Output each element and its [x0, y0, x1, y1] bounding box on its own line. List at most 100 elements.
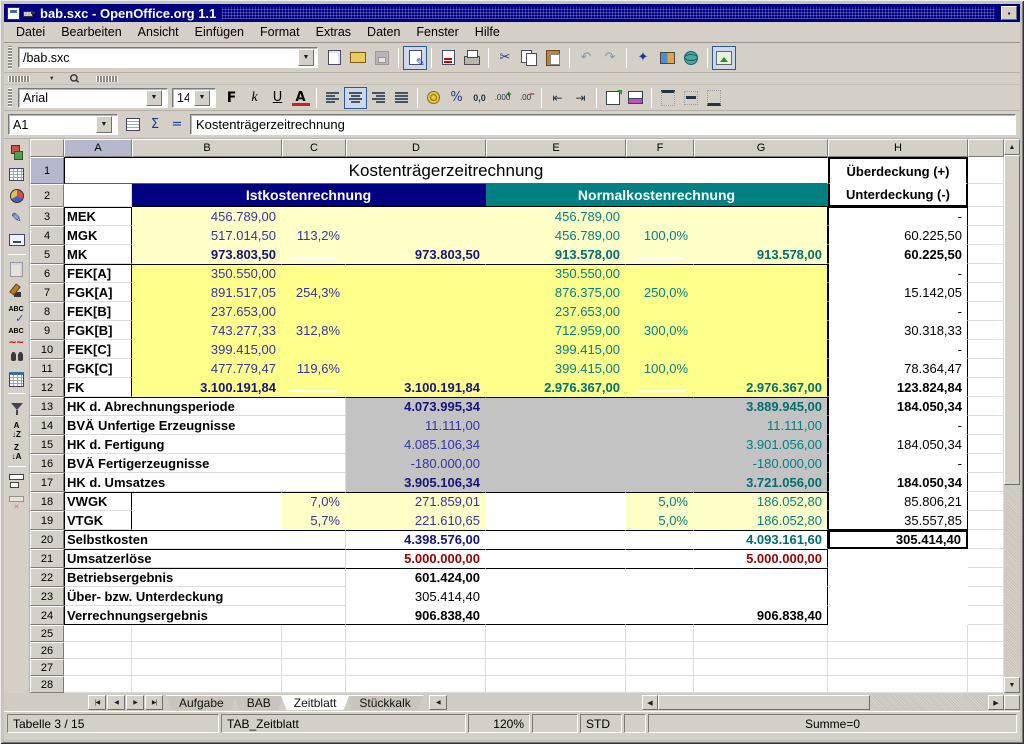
cell-H18[interactable]: 85.806,21 — [828, 492, 968, 511]
cell-E12[interactable]: 2.976.367,00 — [486, 378, 626, 397]
cell-D9[interactable] — [346, 321, 486, 340]
cell-H26[interactable] — [828, 642, 968, 659]
cell-filler-4[interactable] — [968, 226, 1004, 245]
cell-A21[interactable]: Umsatzerlöse — [64, 549, 346, 568]
cell-C19[interactable]: 5,7% — [282, 511, 346, 530]
cell-F25[interactable] — [626, 625, 694, 642]
toolbar-grip[interactable] — [8, 88, 12, 107]
cell-A15[interactable]: HK d. Fertigung — [64, 435, 346, 454]
cell-F20[interactable] — [626, 530, 694, 549]
sheet-tab-stückkalk[interactable]: Stückkalk — [346, 695, 423, 710]
cell-filler-17[interactable] — [968, 473, 1004, 492]
cell-F11[interactable]: 100,0% — [626, 359, 694, 378]
cell-D15[interactable]: 4.085.106,34 — [346, 435, 486, 454]
cell-F28[interactable] — [626, 676, 694, 693]
align-center-icon[interactable] — [344, 87, 367, 109]
next-sheet-button[interactable]: ▶ — [126, 695, 144, 710]
cell-B4[interactable]: 517.014,50 — [132, 226, 282, 245]
cell-A3[interactable]: MEK — [64, 207, 132, 226]
cell-filler-23[interactable] — [968, 587, 1004, 606]
gallery-icon[interactable] — [655, 46, 679, 70]
find-icon[interactable] — [66, 70, 83, 87]
italic-icon[interactable]: k — [243, 87, 266, 109]
cell-E6[interactable]: 350.550,00 — [486, 264, 626, 283]
bold-icon[interactable]: F — [220, 87, 243, 109]
cell-filler-16[interactable] — [968, 454, 1004, 473]
cell-D20[interactable]: 4.398.576,00 — [346, 530, 486, 549]
row-header-15[interactable]: 15 — [30, 435, 64, 454]
cell-filler-12[interactable] — [968, 378, 1004, 397]
cell-A1[interactable]: Kostenträgerzeitrechnung — [64, 157, 828, 184]
cell-F5[interactable] — [626, 245, 694, 264]
cell-F12[interactable] — [626, 378, 694, 397]
cell-D17[interactable]: 3.905.106,34 — [346, 473, 486, 492]
url-dropdown-arrow-icon[interactable]: ▼ — [298, 49, 314, 66]
cell-G27[interactable] — [694, 659, 828, 676]
cell-E17[interactable] — [486, 473, 626, 492]
cell-F23[interactable] — [626, 587, 694, 606]
form-functions-icon[interactable] — [6, 229, 28, 251]
chevron-down-icon[interactable] — [43, 70, 60, 87]
col-header-E[interactable]: E — [486, 139, 626, 157]
menu-hilfe[interactable]: Hilfe — [467, 23, 508, 41]
cell-D21[interactable]: 5.000.000,00 — [346, 549, 486, 568]
cell-G3[interactable] — [694, 207, 828, 226]
scroll-up-button[interactable]: ▲ — [1004, 139, 1020, 155]
cell-F17[interactable] — [626, 473, 694, 492]
new-document-icon[interactable] — [322, 46, 346, 70]
cell-filler-20[interactable] — [968, 530, 1004, 549]
window-pin-icon[interactable] — [23, 8, 35, 18]
cell-G7[interactable] — [694, 283, 828, 302]
cell-E20[interactable] — [486, 530, 626, 549]
row-header-11[interactable]: 11 — [30, 359, 64, 378]
col-header-C[interactable]: C — [282, 139, 346, 157]
cell-filler-18[interactable] — [968, 492, 1004, 511]
cell-filler-8[interactable] — [968, 302, 1004, 321]
cell-filler-21[interactable] — [968, 549, 1004, 568]
cell-A28[interactable] — [64, 676, 132, 693]
spellcheck-icon[interactable] — [6, 302, 28, 324]
cell-H28[interactable] — [828, 676, 968, 693]
sort-descending-icon[interactable] — [6, 441, 28, 463]
cell-A17[interactable]: HK d. Umsatzes — [64, 473, 346, 492]
row-header-16[interactable]: 16 — [30, 454, 64, 473]
cell-G14[interactable]: 11.111,00 — [694, 416, 828, 435]
cell-D25[interactable] — [346, 625, 486, 642]
align-center-vertically-icon[interactable] — [679, 87, 702, 109]
menu-extras[interactable]: Extras — [308, 23, 359, 41]
menu-einfügen[interactable]: Einfügen — [187, 23, 252, 41]
data-sources-icon[interactable] — [6, 368, 28, 390]
cell-F16[interactable] — [626, 454, 694, 473]
row-header-25[interactable]: 25 — [30, 625, 64, 642]
cell-H27[interactable] — [828, 659, 968, 676]
cell-H16[interactable]: - — [828, 454, 968, 473]
row-header-28[interactable]: 28 — [30, 676, 64, 693]
font-name-input[interactable] — [19, 89, 145, 106]
cell-G20[interactable]: 4.093.161,60 — [694, 530, 828, 549]
name-box[interactable]: ▼ — [8, 114, 118, 135]
cell-E2[interactable]: Normalkostenrechnung — [486, 184, 828, 207]
cell-F21[interactable] — [626, 549, 694, 568]
menu-ansicht[interactable]: Ansicht — [130, 23, 187, 41]
cell-C10[interactable] — [282, 340, 346, 359]
export-pdf-icon[interactable] — [436, 46, 460, 70]
font-size-dropdown-arrow-icon[interactable]: ▼ — [194, 90, 210, 106]
align-top-icon[interactable] — [656, 87, 679, 109]
cell-B5[interactable]: 973.803,50 — [132, 245, 282, 264]
align-right-icon[interactable] — [367, 87, 390, 109]
cell-F4[interactable]: 100,0% — [626, 226, 694, 245]
cell-E3[interactable]: 456.789,00 — [486, 207, 626, 226]
row-header-26[interactable]: 26 — [30, 642, 64, 659]
cell-G11[interactable] — [694, 359, 828, 378]
print-file-icon[interactable] — [460, 46, 484, 70]
cell-D3[interactable] — [346, 207, 486, 226]
cell-H21[interactable] — [828, 549, 968, 568]
scroll-left-button[interactable]: ◀ — [642, 695, 658, 710]
sum-icon[interactable]: Σ — [144, 114, 166, 136]
cell-H9[interactable]: 30.318,33 — [828, 321, 968, 340]
cell-E15[interactable] — [486, 435, 626, 454]
cell-E5[interactable]: 913.578,00 — [486, 245, 626, 264]
cell-F8[interactable] — [626, 302, 694, 321]
toolbar-grip[interactable] — [96, 76, 118, 82]
cell-H5[interactable]: 60.225,50 — [828, 245, 968, 264]
